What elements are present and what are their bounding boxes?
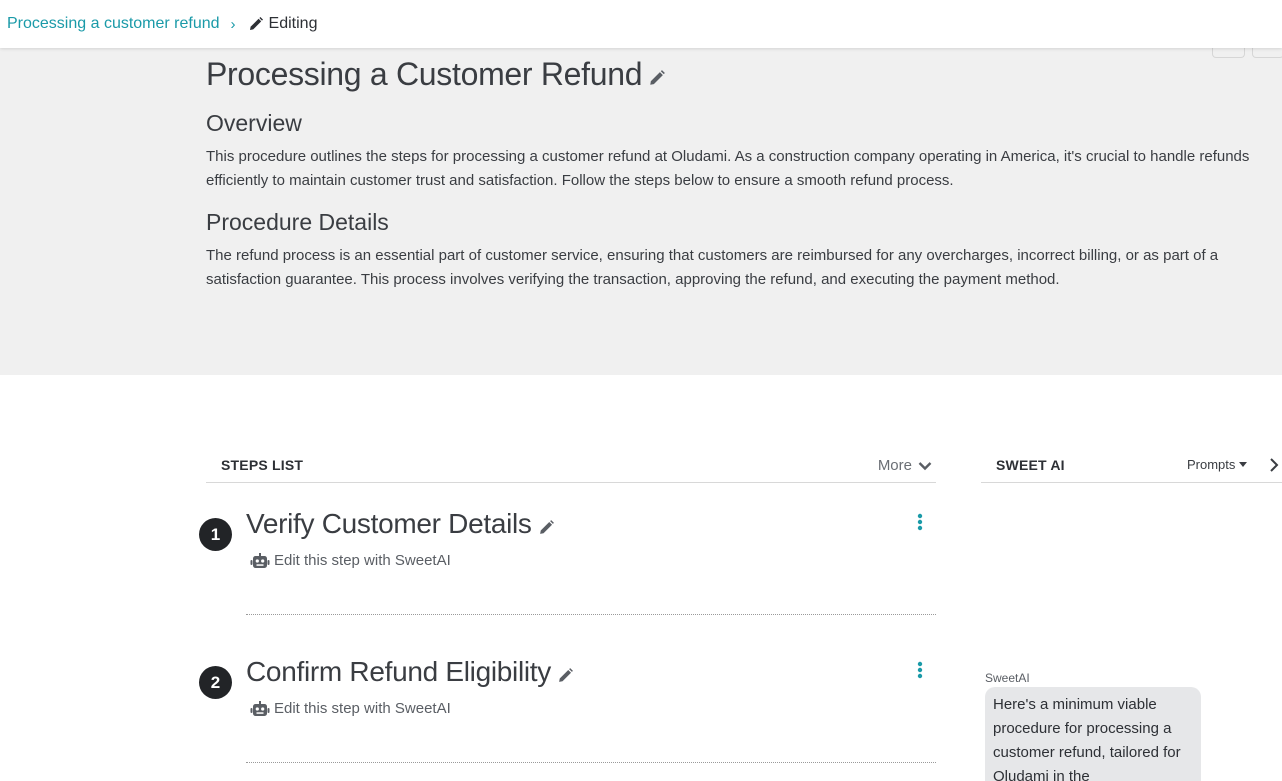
step-divider [246, 614, 936, 615]
details-text: The refund process is an essential part … [206, 247, 1219, 288]
kebab-icon[interactable] [915, 661, 925, 681]
breadcrumb-link[interactable]: Processing a customer refund [7, 15, 220, 33]
step-title: Confirm Refund Eligibility [246, 656, 574, 688]
steps-list-title: STEPS LIST [221, 457, 304, 473]
pencil-icon[interactable] [557, 667, 574, 684]
prompts-dropdown[interactable]: Prompts [1187, 457, 1248, 472]
procedure-header: Processing a Customer Refund Overview Th… [0, 48, 1282, 375]
edit-step-label: Edit this step with SweetAI [274, 700, 451, 717]
edit-step-with-ai-link[interactable]: Edit this step with SweetAI [250, 700, 451, 717]
pencil-icon[interactable] [538, 519, 555, 536]
step-number-badge: 1 [199, 518, 232, 551]
breadcrumb-current: Editing [248, 15, 318, 33]
overview-heading: Overview [206, 110, 302, 136]
overview-text: This procedure outlines the steps for pr… [206, 148, 1250, 189]
more-button[interactable]: More [878, 457, 932, 474]
page-title-text: Processing a Customer Refund [206, 56, 643, 92]
step-title: Verify Customer Details [246, 508, 555, 540]
step-title-text[interactable]: Confirm Refund Eligibility [246, 656, 551, 688]
step-title-text[interactable]: Verify Customer Details [246, 508, 532, 540]
details-heading: Procedure Details [206, 209, 389, 235]
breadcrumb-current-label: Editing [268, 15, 318, 32]
step-item: 2 Confirm Refund Eligibility Edit this s… [199, 656, 936, 766]
kebab-icon[interactable] [915, 513, 925, 533]
breadcrumb-separator: › [230, 15, 236, 33]
caret-down-icon [1239, 462, 1248, 467]
ai-message-bubble: Here's a minimum viable procedure for pr… [985, 687, 1201, 781]
sweet-ai-title: SWEET AI [996, 457, 1065, 473]
page-title: Processing a Customer Refund [206, 56, 1282, 93]
prompts-label: Prompts [1187, 457, 1236, 472]
steps-list-header: STEPS LIST More [206, 449, 936, 483]
edit-step-label: Edit this step with SweetAI [274, 552, 451, 569]
breadcrumb: Processing a customer refund › Editing [0, 0, 1282, 48]
robot-icon [250, 700, 270, 716]
step-item: 1 Verify Customer Details Edit this step… [199, 508, 936, 618]
step-number-badge: 2 [199, 666, 232, 699]
chevron-down-icon [918, 461, 932, 470]
robot-icon [250, 552, 270, 568]
step-divider [246, 762, 936, 763]
pencil-icon [249, 17, 263, 30]
chevron-right-icon[interactable] [1269, 457, 1279, 473]
pencil-icon[interactable] [648, 69, 666, 87]
ai-message-sender: SweetAI [985, 671, 1030, 685]
more-label: More [877, 457, 912, 474]
edit-step-with-ai-link[interactable]: Edit this step with SweetAI [250, 552, 451, 569]
sweet-ai-header: SWEET AI Prompts [981, 449, 1282, 483]
